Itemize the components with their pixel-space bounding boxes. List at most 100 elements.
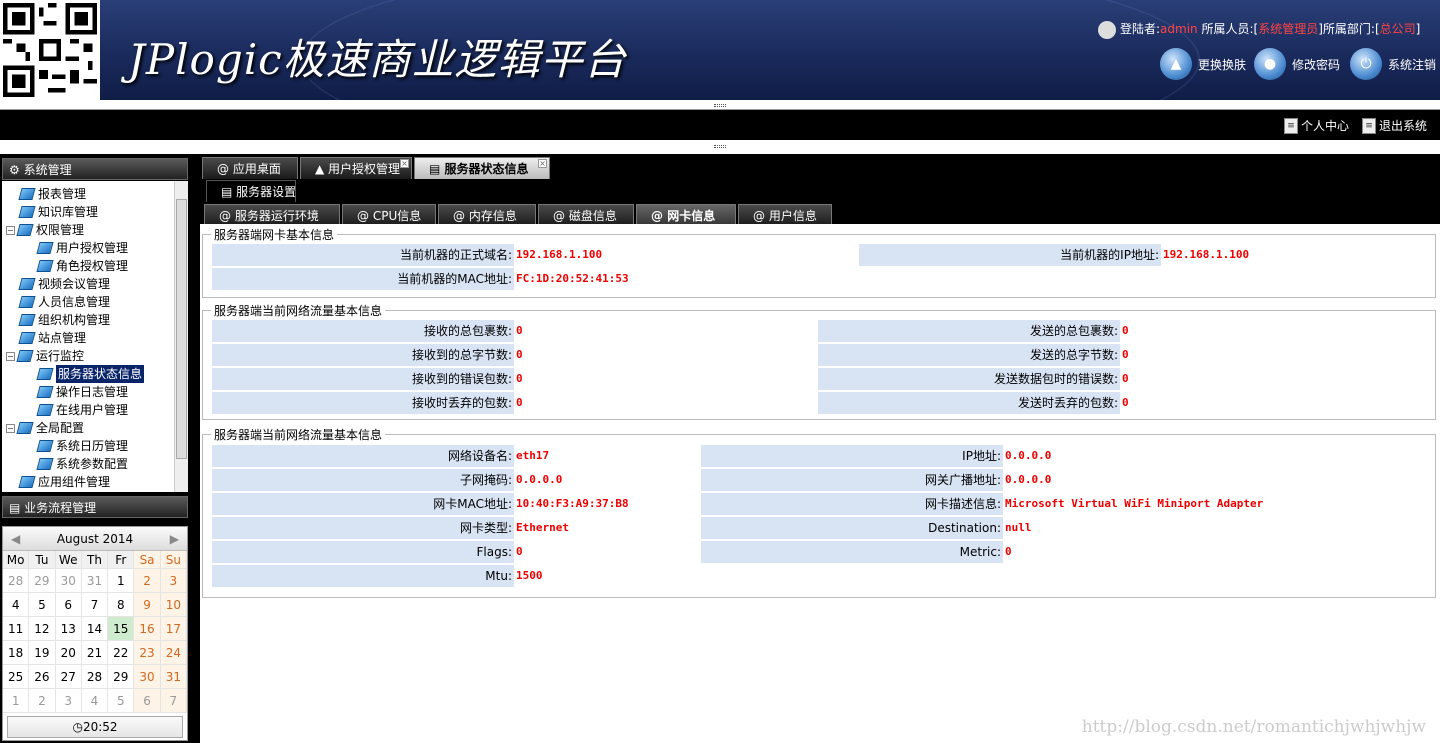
calendar-day[interactable]: 25: [3, 665, 30, 689]
calendar-day[interactable]: 31: [81, 569, 109, 593]
panel-title: 业务流程管理: [24, 501, 97, 515]
subtab-disk[interactable]: @ 磁盘信息: [538, 204, 634, 226]
folder-icon: [18, 314, 36, 326]
folder-icon: [18, 476, 36, 488]
subtab-users[interactable]: @ 用户信息: [738, 204, 832, 226]
tree-item-knowledge[interactable]: 知识库管理: [18, 203, 98, 221]
calendar-day[interactable]: 4: [81, 689, 109, 713]
subtab-memory[interactable]: @ 内存信息: [438, 204, 536, 226]
tree-scrollbar[interactable]: [174, 181, 188, 492]
subtab-label: 服务器运行环境: [234, 209, 319, 223]
tree-item-sys-params[interactable]: 系统参数配置: [36, 455, 128, 473]
calendar-day[interactable]: 29: [29, 569, 56, 593]
calendar-day[interactable]: 26: [29, 665, 56, 689]
header-splitter[interactable]: [0, 100, 1440, 110]
calendar-day[interactable]: 17: [160, 617, 187, 641]
calendar-day[interactable]: 15: [108, 617, 135, 641]
next-month-button[interactable]: ▶: [170, 532, 179, 546]
calendar-day[interactable]: 28: [3, 569, 30, 593]
calendar-day[interactable]: 30: [134, 665, 161, 689]
close-icon[interactable]: ×: [538, 159, 547, 168]
tree-item-role-auth[interactable]: 角色授权管理: [36, 257, 128, 275]
close-icon[interactable]: ×: [400, 159, 409, 168]
calendar-day[interactable]: 10: [160, 593, 187, 617]
section-legend: 服务器端当前网络流量基本信息: [214, 428, 383, 442]
calendar-day[interactable]: 11: [3, 617, 30, 641]
calendar-day[interactable]: 22: [108, 641, 135, 665]
subtab-nic[interactable]: @ 网卡信息: [636, 204, 736, 226]
subtab-runtime[interactable]: @ 服务器运行环境: [204, 204, 340, 226]
calendar-day[interactable]: 18: [3, 641, 30, 665]
tree-item-calendar[interactable]: 系统日历管理: [36, 437, 128, 455]
calendar-day[interactable]: 2: [29, 689, 56, 713]
tree-item-permissions[interactable]: − 权限管理: [6, 221, 84, 239]
calendar-day[interactable]: 8: [108, 593, 135, 617]
calendar-day[interactable]: 30: [55, 569, 82, 593]
calendar-day[interactable]: 7: [160, 689, 187, 713]
calendar-time[interactable]: ◷20:52: [7, 716, 183, 738]
change-password-button[interactable]: ● 修改密码: [1254, 48, 1340, 80]
tree-item-online-users[interactable]: 在线用户管理: [36, 401, 128, 419]
tab-server-status[interactable]: ▤ 服务器状态信息 ×: [414, 157, 550, 179]
folder-icon: [36, 458, 54, 470]
tree-item-personnel[interactable]: 人员信息管理: [18, 293, 110, 311]
tree-item-server-status[interactable]: 服务器状态信息: [36, 365, 145, 383]
calendar-day[interactable]: 4: [3, 593, 30, 617]
exit-system-link[interactable]: ≡ 退出系统: [1362, 117, 1427, 134]
scrollbar-thumb[interactable]: [176, 199, 187, 459]
calendar-day[interactable]: 12: [29, 617, 56, 641]
calendar-day[interactable]: 9: [134, 593, 161, 617]
calendar-day[interactable]: 23: [134, 641, 161, 665]
device-value: 10:40:F3:A9:37:B8: [516, 497, 629, 510]
traffic-label: 接收到的错误包数:: [212, 368, 514, 390]
power-icon: ⏻: [1350, 48, 1382, 80]
collapse-icon[interactable]: −: [6, 423, 15, 433]
subtab-cpu[interactable]: @ CPU信息: [342, 204, 436, 226]
calendar-day[interactable]: 27: [55, 665, 82, 689]
vertical-splitter[interactable]: [190, 154, 198, 743]
system-management-panel-header[interactable]: ⚙ 系统管理: [2, 158, 188, 180]
calendar-day[interactable]: 1: [3, 689, 30, 713]
change-skin-button[interactable]: ▲ 更换换肤: [1160, 48, 1246, 80]
calendar-day[interactable]: 28: [81, 665, 109, 689]
calendar-day[interactable]: 3: [55, 689, 82, 713]
device-label: 网卡描述信息:: [701, 493, 1003, 515]
calendar-day[interactable]: 5: [108, 689, 135, 713]
workflow-panel-header[interactable]: ▤ 业务流程管理: [2, 496, 188, 518]
calendar-day[interactable]: 16: [134, 617, 161, 641]
personal-center-link[interactable]: ≡ 个人中心: [1284, 117, 1349, 134]
prev-month-button[interactable]: ◀: [11, 532, 20, 546]
collapse-icon[interactable]: −: [6, 225, 15, 235]
calendar-day[interactable]: 6: [55, 593, 82, 617]
tree-item-reports[interactable]: 报表管理: [18, 185, 86, 203]
calendar-day[interactable]: 31: [160, 665, 187, 689]
tab-user-auth[interactable]: ▲ 用户授权管理 ×: [300, 157, 412, 179]
calendar-day[interactable]: 7: [81, 593, 109, 617]
calendar-day[interactable]: 3: [160, 569, 187, 593]
tree-item-user-auth[interactable]: 用户授权管理: [36, 239, 128, 257]
calendar-day[interactable]: 14: [81, 617, 109, 641]
personal-center-label: 个人中心: [1301, 119, 1350, 133]
tree-item-video[interactable]: 视频会议管理: [18, 275, 110, 293]
collapse-icon[interactable]: −: [6, 351, 15, 361]
calendar-day[interactable]: 21: [81, 641, 109, 665]
calendar-day[interactable]: 29: [108, 665, 135, 689]
server-settings-button[interactable]: ▤ 服务器设置: [206, 180, 296, 202]
calendar-day[interactable]: 19: [29, 641, 56, 665]
tree-item-monitoring[interactable]: − 运行监控: [6, 347, 84, 365]
tab-desktop[interactable]: @ 应用桌面: [202, 157, 298, 179]
calendar-day[interactable]: 6: [134, 689, 161, 713]
logout-button[interactable]: ⏻ 系统注销: [1350, 48, 1436, 80]
calendar-day[interactable]: 24: [160, 641, 187, 665]
tree-item-global-config[interactable]: − 全局配置: [6, 419, 84, 437]
calendar-day[interactable]: 20: [55, 641, 82, 665]
calendar-day[interactable]: 2: [134, 569, 161, 593]
calendar-day[interactable]: 1: [108, 569, 135, 593]
calendar-day[interactable]: 5: [29, 593, 56, 617]
tree-item-site[interactable]: 站点管理: [18, 329, 86, 347]
tree-item-org[interactable]: 组织机构管理: [18, 311, 110, 329]
top-splitter[interactable]: [0, 140, 1440, 154]
tree-item-components[interactable]: 应用组件管理: [18, 473, 110, 491]
tree-item-op-log[interactable]: 操作日志管理: [36, 383, 128, 401]
calendar-day[interactable]: 13: [55, 617, 82, 641]
